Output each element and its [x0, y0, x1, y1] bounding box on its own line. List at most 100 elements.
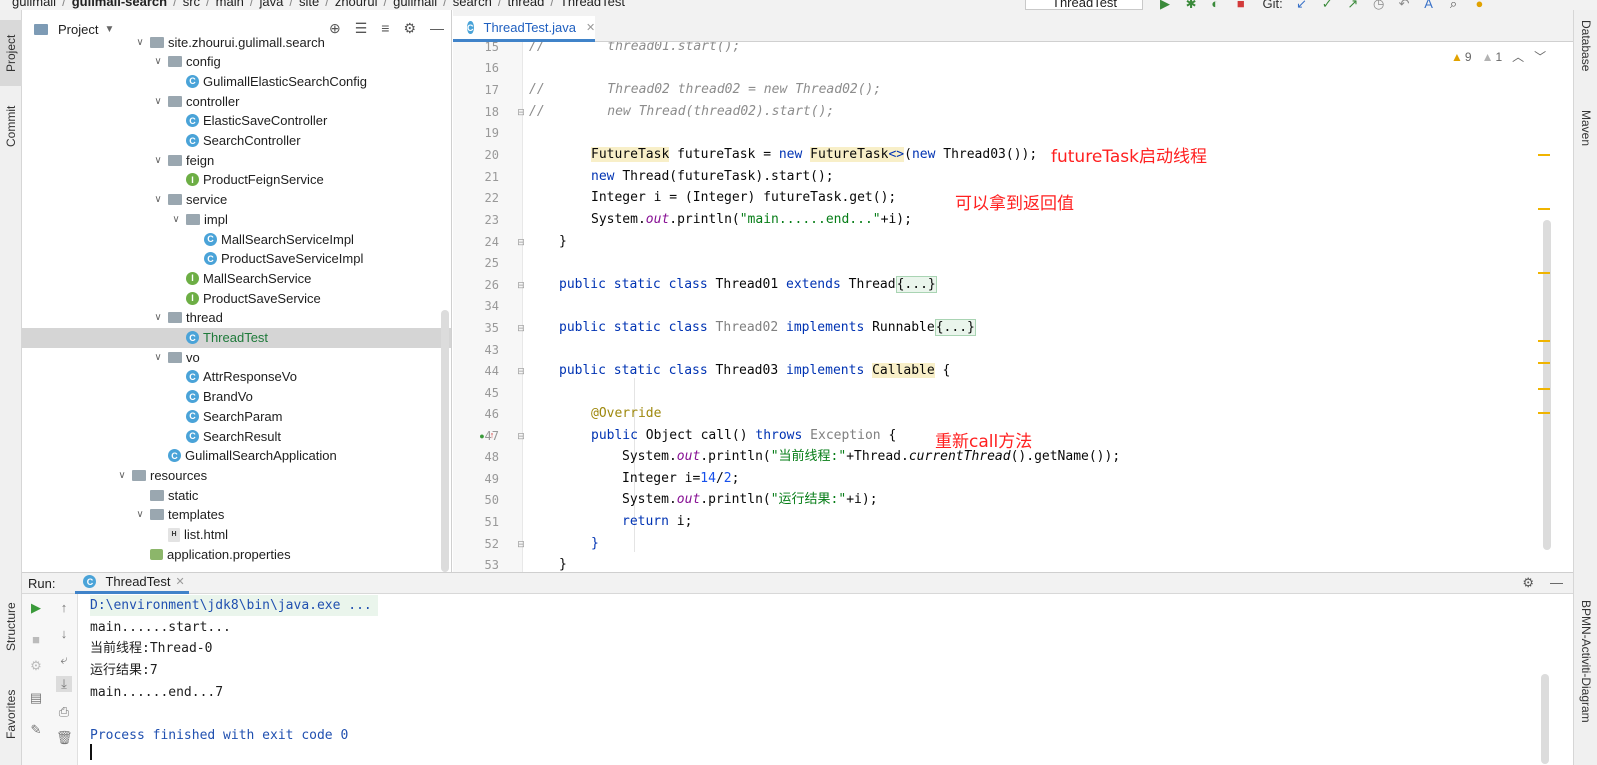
hide-icon[interactable]: —	[1550, 575, 1563, 591]
tool-tab-maven[interactable]: Maven	[1574, 110, 1597, 170]
tool-tab-bpmn[interactable]: BPMN-Activiti-Diagram	[1574, 600, 1597, 760]
run-tab-threadtest[interactable]: C ThreadTest ✕	[75, 572, 189, 594]
chevron-down-icon[interactable]: ∨	[134, 37, 146, 48]
breadcrumb-item[interactable]: gulimall	[12, 0, 56, 9]
debug-icon[interactable]: ✱	[1186, 0, 1208, 10]
scroll-to-end-icon[interactable]: ⤓	[56, 676, 72, 692]
chevron-up-icon[interactable]: ︿	[1512, 48, 1524, 65]
run-configuration-select[interactable]: ThreadTest	[1025, 0, 1143, 10]
tree-item-mallsearchserviceimpl[interactable]: C MallSearchServiceImpl	[22, 229, 451, 249]
tree-item-service[interactable]: ∨ service	[22, 190, 451, 210]
git-update-icon[interactable]: ↙	[1296, 0, 1318, 10]
tool-tab-project[interactable]: Project	[0, 20, 22, 86]
console-output[interactable]: D:\environment\jdk8\bin\java.exe ... mai…	[79, 594, 1539, 765]
close-icon[interactable]: ✕	[176, 575, 185, 588]
chevron-down-icon[interactable]: ∨	[170, 214, 182, 225]
tree-item-templates[interactable]: ∨ templates	[22, 505, 451, 525]
tree-item-vo[interactable]: ∨ vo	[22, 347, 451, 367]
fold-icon[interactable]: ⊟	[516, 237, 526, 247]
code-editor[interactable]: 15 16 17 18 19 20 21 22 23 24 25 26 34 35 43 44 45 46 47 48…	[453, 42, 1573, 572]
tool-tab-structure[interactable]: Structure	[0, 590, 22, 664]
tree-item-mallsearchservice[interactable]: I MallSearchService	[22, 268, 451, 288]
chevron-down-icon[interactable]: ∨	[152, 155, 164, 166]
restore-layout-icon[interactable]: ⚙	[28, 658, 44, 674]
tree-item-productsaveservice[interactable]: I ProductSaveService	[22, 288, 451, 308]
folded-code-region[interactable]: {...}	[895, 276, 937, 293]
tool-tab-commit[interactable]: Commit	[0, 94, 22, 158]
chevron-down-icon[interactable]: ∨	[152, 56, 164, 67]
tree-item-searchresult[interactable]: C SearchResult	[22, 426, 451, 446]
tree-item-static[interactable]: static	[22, 485, 451, 505]
chevron-down-icon[interactable]: ∨	[116, 470, 128, 481]
inspection-widget[interactable]: ▲ 9 ▲ 1 ︿ ﹀	[1451, 48, 1546, 65]
fold-icon[interactable]: ⊟	[516, 539, 526, 549]
chevron-down-icon[interactable]: ∨	[152, 194, 164, 205]
tree-item-site-zhourui-gulimall-search[interactable]: ∨ site.zhourui.gulimall.search	[22, 32, 451, 52]
tree-item-elasticsavecontroller[interactable]: C ElasticSaveController	[22, 111, 451, 131]
translate-icon[interactable]: A	[1424, 0, 1446, 10]
breadcrumb-item[interactable]: src	[183, 0, 200, 9]
fold-icon[interactable]: ⊟	[516, 431, 526, 441]
tree-item-feign[interactable]: ∨ feign	[22, 150, 451, 170]
implements-marker-icon[interactable]: ↑	[487, 430, 497, 440]
arrow-down-icon[interactable]: ↓	[56, 626, 72, 642]
fold-icon[interactable]: ⊟	[516, 107, 526, 117]
git-push-icon[interactable]: ↗	[1347, 0, 1369, 10]
chevron-down-icon[interactable]: ∨	[152, 96, 164, 107]
console-scrollbar[interactable]	[1540, 594, 1550, 765]
arrow-up-icon[interactable]: ↑	[56, 600, 72, 616]
code-area[interactable]: // thread01.start(); // Thread02 thread0…	[529, 42, 1569, 572]
gear-icon[interactable]: ⚙	[1522, 575, 1534, 591]
stop-icon[interactable]: ■	[1237, 0, 1259, 10]
folded-code-region[interactable]: {...}	[934, 319, 976, 336]
tree-item-attrresponsevo[interactable]: C AttrResponseVo	[22, 367, 451, 387]
breadcrumb-item[interactable]: thread	[507, 0, 544, 9]
breadcrumb-item[interactable]: search	[453, 0, 492, 9]
stop-icon[interactable]: ■	[28, 632, 44, 648]
chevron-down-icon[interactable]: ﹀	[1534, 48, 1546, 65]
tree-item-searchparam[interactable]: C SearchParam	[22, 406, 451, 426]
print-icon[interactable]: ⎙	[56, 704, 72, 720]
updates-icon[interactable]: ●	[1476, 0, 1498, 10]
git-commit-icon[interactable]: ✓	[1322, 0, 1344, 10]
chevron-down-icon[interactable]: ∨	[152, 352, 164, 363]
breadcrumb-item[interactable]: site	[299, 0, 319, 9]
chevron-down-icon[interactable]: ∨	[134, 509, 146, 520]
tree-item-resources[interactable]: ∨ resources	[22, 465, 451, 485]
history-icon[interactable]: ◷	[1373, 0, 1395, 10]
layout-icon[interactable]: ▤	[28, 690, 44, 706]
tree-item-config[interactable]: ∨ config	[22, 52, 451, 72]
fold-icon[interactable]: ⊟	[516, 366, 526, 376]
tree-item-threadtest[interactable]: C ThreadTest	[22, 327, 451, 348]
trash-icon[interactable]: 🗑	[56, 730, 73, 746]
soft-wrap-icon[interactable]: ⤶	[56, 652, 72, 668]
tool-tab-database[interactable]: Database	[1574, 20, 1597, 100]
project-scrollbar[interactable]	[441, 310, 449, 572]
coverage-icon[interactable]: ◐	[1211, 0, 1233, 10]
override-marker-icon[interactable]: ●	[477, 431, 487, 441]
tree-item-impl[interactable]: ∨ impl	[22, 209, 451, 229]
tree-item-productfeignservice[interactable]: I ProductFeignService	[22, 170, 451, 190]
tree-item-searchcontroller[interactable]: C SearchController	[22, 131, 451, 151]
chevron-down-icon[interactable]: ∨	[152, 312, 164, 323]
tree-item-gulimallelasticsearchconfig[interactable]: C GulimallElasticSearchConfig	[22, 71, 451, 91]
tree-item-productsaveserviceimpl[interactable]: C ProductSaveServiceImpl	[22, 249, 451, 269]
breadcrumb-item[interactable]: gulimall	[393, 0, 437, 9]
tree-item-thread[interactable]: ∨ thread	[22, 308, 451, 328]
fold-icon[interactable]: ⊟	[516, 280, 526, 290]
breadcrumb-item[interactable]: zhourui	[335, 0, 378, 9]
rerun-icon[interactable]: ▶	[28, 600, 44, 616]
tool-tab-favorites[interactable]: Favorites	[0, 674, 22, 754]
tree-item-application-properties[interactable]: application.properties	[22, 544, 451, 564]
tree-item-controller[interactable]: ∨ controller	[22, 91, 451, 111]
close-icon[interactable]: ✕	[586, 21, 595, 34]
search-everywhere-icon[interactable]: ⌕	[1450, 0, 1472, 10]
breadcrumb-item[interactable]: gulimall-search	[72, 0, 167, 9]
rollback-icon[interactable]: ↶	[1399, 0, 1421, 10]
breadcrumb-item[interactable]: java	[259, 0, 283, 9]
breadcrumb-item[interactable]: ThreadTest	[560, 0, 625, 9]
tree-item-list-html[interactable]: Hlist.html	[22, 525, 451, 545]
tree-item-gulimallsearchapplication[interactable]: C GulimallSearchApplication	[22, 446, 451, 466]
pin-icon[interactable]: ✎	[28, 722, 44, 738]
tree-item-brandvo[interactable]: C BrandVo	[22, 387, 451, 407]
